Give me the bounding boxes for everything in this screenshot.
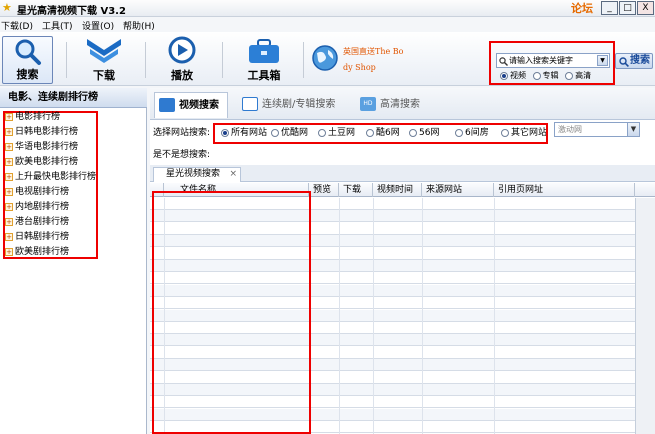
- menu-settings[interactable]: 设置(O): [82, 19, 114, 32]
- promo-text-line2[interactable]: dy Shop: [343, 63, 376, 72]
- main-panel: 视频搜索 连续剧/专辑搜索 HD 高清搜索 选择网站搜索: 所有网站 优酷网 土…: [150, 88, 655, 434]
- ranking-item[interactable]: + 欧美电影排行榜: [5, 155, 78, 170]
- expand-plus-icon[interactable]: +: [5, 172, 13, 181]
- menu-download[interactable]: 下载(D): [1, 19, 33, 32]
- search-submit-label: 搜索: [630, 55, 650, 66]
- chevron-down-icon[interactable]: ▼: [627, 123, 639, 136]
- column-header[interactable]: 预览: [309, 183, 339, 197]
- search-option-album[interactable]: 专辑: [532, 71, 559, 80]
- ranking-item[interactable]: + 日韩剧排行榜: [5, 230, 69, 245]
- video-tab-icon: [159, 98, 175, 112]
- download-tool-button[interactable]: 下载: [78, 36, 130, 84]
- column-header[interactable]: 下载: [339, 183, 373, 197]
- site-select-value: 激动网: [558, 125, 582, 134]
- window-title: 星光高清视频下载 V3.2: [17, 6, 126, 17]
- toolbar-separator: [145, 42, 146, 78]
- search-input[interactable]: 请输入搜索关键字 ▼: [496, 53, 610, 68]
- minimize-button[interactable]: _: [601, 1, 618, 15]
- radio-icon[interactable]: [500, 71, 508, 80]
- column-divider: [494, 198, 495, 434]
- ranking-item[interactable]: + 欧美剧排行榜: [5, 245, 69, 260]
- column-header[interactable]: 来源网站: [422, 183, 494, 197]
- tab-video-search[interactable]: 视频搜索: [154, 92, 228, 118]
- radio-icon[interactable]: [565, 71, 574, 80]
- sidebar: 电影、连续剧排行榜 + 电影排行榜 + 日韩电影排行榜 + 华语电影排行榜 + 欧美电影…: [0, 88, 147, 434]
- toolbox-tool-label: 工具箱: [247, 69, 281, 82]
- expand-plus-icon[interactable]: +: [5, 127, 13, 136]
- expand-plus-icon[interactable]: +: [5, 247, 13, 256]
- search-option-video[interactable]: 视频: [500, 71, 526, 80]
- search-type-options: 视频 专辑 高清: [500, 70, 591, 81]
- maximize-button[interactable]: □: [619, 1, 636, 15]
- toolbox-icon: [249, 39, 279, 63]
- expand-plus-icon[interactable]: +: [5, 217, 13, 226]
- vertical-scrollbar[interactable]: [635, 198, 655, 434]
- radio-icon[interactable]: [532, 71, 541, 80]
- play-circle-icon: [168, 36, 196, 64]
- search-icon: [619, 57, 629, 67]
- tab-series-search[interactable]: 连续剧/专辑搜索: [238, 92, 346, 118]
- column-header[interactable]: 引用页网址: [494, 183, 635, 197]
- ranking-item[interactable]: + 电视剧排行榜: [5, 185, 69, 200]
- menu-help[interactable]: 帮助(H): [123, 19, 155, 32]
- title-bar: ★ 星光高清视频下载 V3.2 论坛 _ □ X: [0, 0, 655, 17]
- ranking-item[interactable]: + 华语电影排行榜: [5, 140, 78, 155]
- play-tool-label: 播放: [171, 69, 193, 82]
- search-submit-button[interactable]: 搜索: [615, 53, 653, 69]
- sidebar-header: 电影、连续剧排行榜: [0, 88, 147, 108]
- site-select[interactable]: 激动网 ▼: [554, 122, 640, 137]
- expand-plus-icon[interactable]: +: [5, 187, 13, 196]
- series-tab-icon: [242, 97, 258, 111]
- globe-icon: [312, 45, 338, 71]
- column-divider: [373, 198, 374, 434]
- expand-plus-icon[interactable]: +: [5, 112, 13, 121]
- menu-bar: 下载(D) 工具(T) 设置(O) 帮助(H): [0, 17, 655, 32]
- results-tab-strip: 星光视频搜索 ×: [150, 165, 655, 182]
- app-star-icon: ★: [2, 1, 12, 14]
- column-divider: [339, 198, 340, 434]
- tab-hd-search[interactable]: HD 高清搜索: [356, 92, 436, 118]
- search-placeholder: 请输入搜索关键字: [509, 56, 573, 65]
- magnifier-icon: [15, 39, 41, 65]
- ranking-item[interactable]: + 电影排行榜: [5, 110, 60, 125]
- ranking-item[interactable]: + 内地剧排行榜: [5, 200, 69, 215]
- column-divider: [422, 198, 423, 434]
- toolbar-separator: [303, 42, 304, 78]
- expand-plus-icon[interactable]: +: [5, 142, 13, 151]
- hd-tab-icon: HD: [360, 97, 376, 111]
- results-tab[interactable]: 星光视频搜索 ×: [153, 167, 241, 182]
- search-tabs: 视频搜索 连续剧/专辑搜索 HD 高清搜索: [150, 88, 655, 120]
- ranking-item[interactable]: + 日韩电影排行榜: [5, 125, 78, 140]
- download-tool-label: 下载: [93, 69, 115, 82]
- toolbox-tool-button[interactable]: 工具箱: [236, 36, 292, 84]
- close-tab-icon[interactable]: ×: [229, 168, 237, 181]
- ranking-item[interactable]: + 上升最快电影排行榜: [5, 170, 96, 185]
- site-filter-highlight-box: [213, 123, 548, 144]
- search-tool-label: 搜索: [16, 68, 39, 81]
- suggest-label: 是不是想搜索:: [153, 150, 211, 160]
- search-dropdown-arrow[interactable]: ▼: [597, 55, 608, 66]
- download-arrow-icon: [87, 39, 121, 63]
- site-filter-label: 选择网站搜索:: [153, 128, 211, 138]
- search-icon: [499, 57, 508, 66]
- ranking-item[interactable]: + 港台剧排行榜: [5, 215, 69, 230]
- menu-tools[interactable]: 工具(T): [42, 19, 73, 32]
- search-tool-button[interactable]: 搜索: [2, 36, 53, 84]
- toolbar-separator: [66, 42, 67, 78]
- forum-link[interactable]: 论坛: [571, 0, 593, 16]
- expand-plus-icon[interactable]: +: [5, 202, 13, 211]
- expand-plus-icon[interactable]: +: [5, 157, 13, 166]
- column-header[interactable]: 视频时间: [373, 183, 422, 197]
- search-option-hd[interactable]: 高清: [565, 71, 591, 80]
- filename-highlight-box: [152, 191, 311, 434]
- play-tool-button[interactable]: 播放: [157, 36, 207, 84]
- close-button[interactable]: X: [637, 1, 654, 15]
- expand-plus-icon[interactable]: +: [5, 232, 13, 241]
- promo-text-line1[interactable]: 英国直送The Bo: [343, 46, 403, 57]
- toolbar-separator: [222, 42, 223, 78]
